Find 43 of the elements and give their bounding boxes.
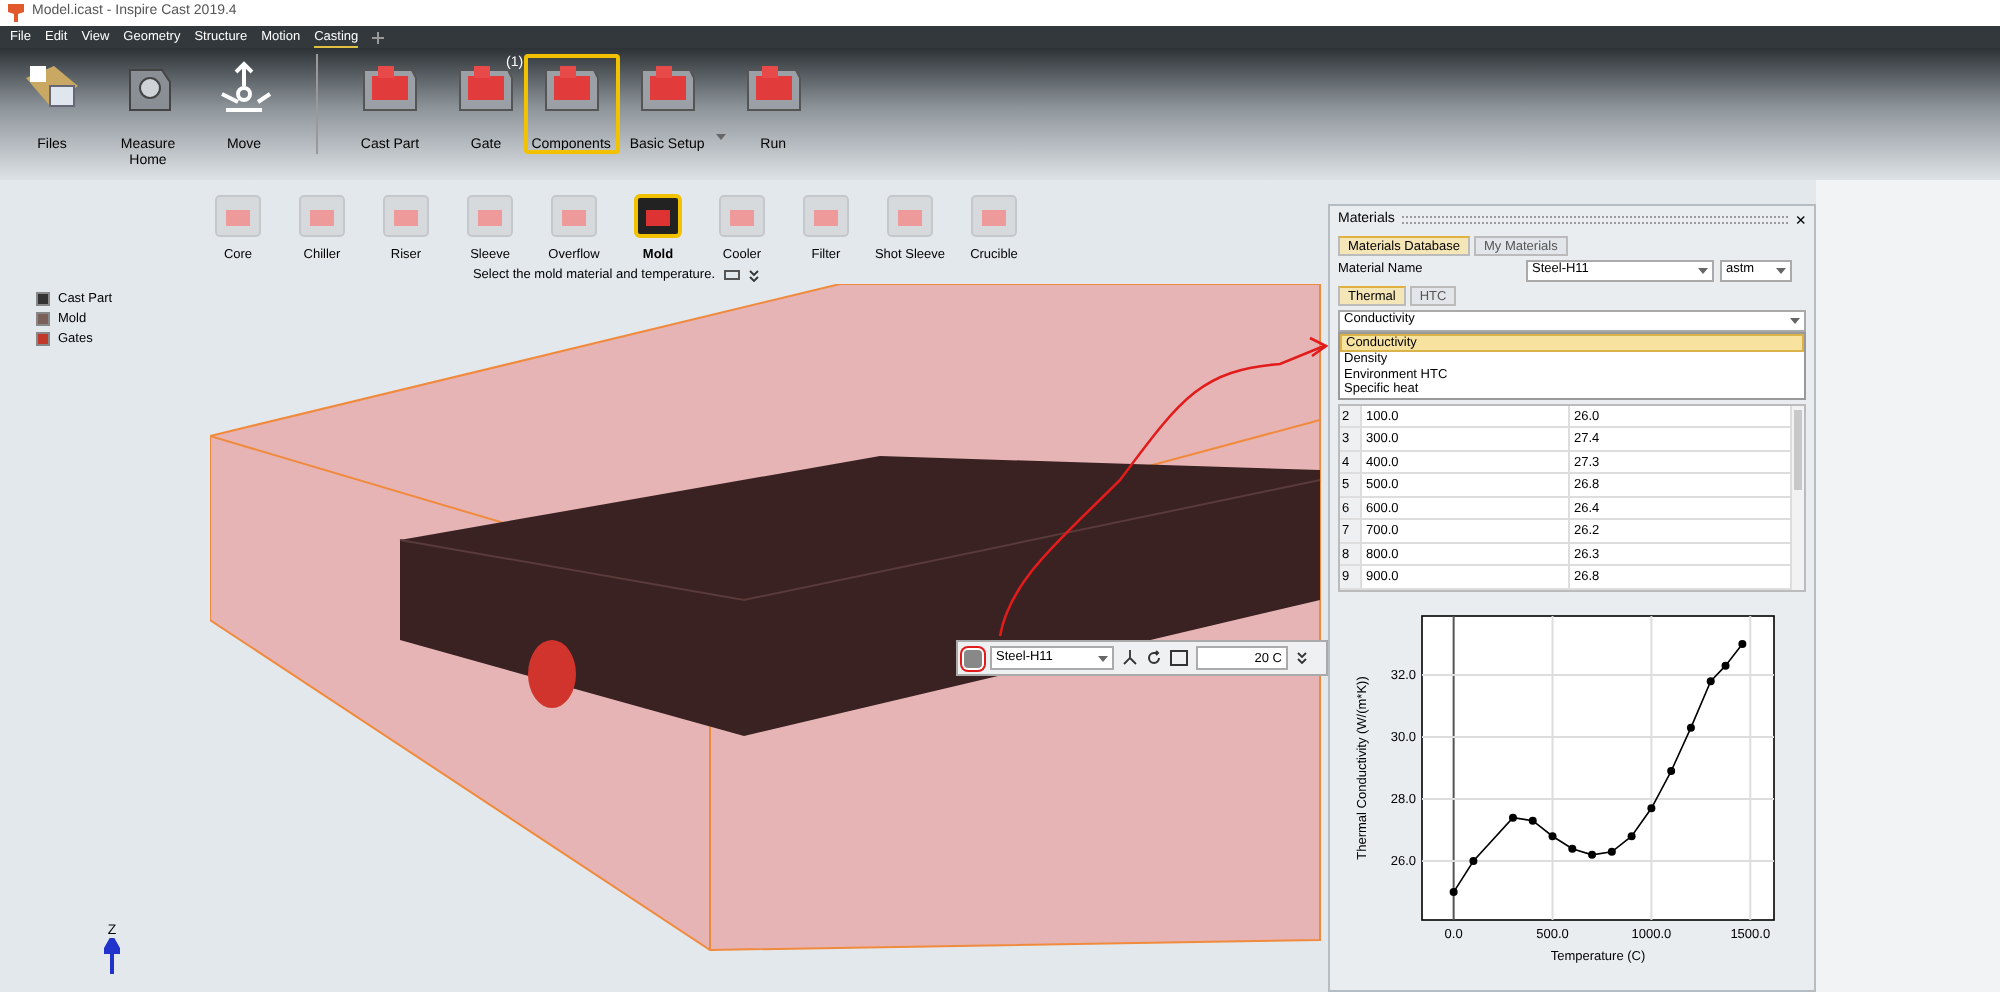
data-point: [1469, 856, 1478, 865]
data-point: [1738, 638, 1747, 647]
component-icon: [968, 192, 1020, 240]
component-icon: [632, 192, 684, 240]
app-logo-icon: [8, 4, 24, 22]
camera-icon[interactable]: [723, 270, 740, 281]
add-tab-icon[interactable]: [372, 31, 385, 43]
axis-icon[interactable]: [1122, 650, 1138, 666]
data-point: [1607, 846, 1616, 855]
component-icon: [296, 192, 348, 240]
component-icon: [212, 192, 264, 240]
dropdown-caret-icon: [1790, 317, 1800, 323]
expand-chevron-icon[interactable]: [747, 269, 760, 282]
expand-chevron-icon[interactable]: [1296, 652, 1308, 664]
data-point: [1449, 887, 1458, 896]
dropdown-caret-icon[interactable]: [715, 134, 726, 140]
data-point: [1721, 660, 1730, 669]
material-icon[interactable]: [964, 649, 982, 667]
data-point: [1667, 766, 1676, 775]
temperature-icon[interactable]: [1170, 650, 1188, 666]
component-icon: [884, 192, 936, 240]
dropdown-caret-icon: [1098, 655, 1108, 661]
grip-handle[interactable]: [1402, 216, 1788, 225]
data-point: [1548, 831, 1557, 840]
component-icon: [716, 192, 768, 240]
close-button[interactable]: ×: [1795, 211, 1806, 230]
data-point: [1627, 831, 1636, 840]
component-icon: [464, 192, 516, 240]
dropdown-caret-icon: [1776, 267, 1786, 273]
data-point: [1588, 849, 1597, 858]
data-point: [1508, 812, 1517, 821]
data-point: [1647, 803, 1656, 812]
data-point: [1686, 722, 1695, 731]
component-icon: [800, 192, 852, 240]
data-point: [1568, 843, 1577, 852]
data-point: [1528, 815, 1537, 824]
scrollbar[interactable]: [1790, 405, 1804, 589]
dropdown-caret-icon: [1698, 267, 1708, 273]
component-icon: [380, 192, 432, 240]
z-axis-arrow-icon: [104, 938, 120, 974]
rotate-icon[interactable]: [1146, 650, 1162, 666]
component-icon: [548, 192, 600, 240]
data-point: [1706, 676, 1715, 685]
